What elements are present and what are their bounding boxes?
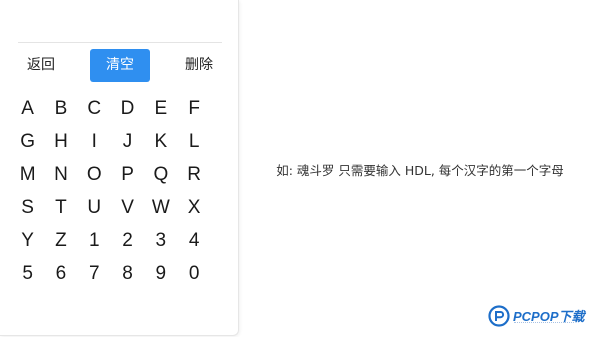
key-q[interactable]: Q	[144, 158, 177, 191]
back-button[interactable]: 返回	[20, 49, 62, 82]
watermark: PCPOP下载	[488, 303, 596, 331]
key-4[interactable]: 4	[177, 224, 210, 257]
keyboard-panel: 返回 清空 删除 A B C D E F G H I J K L M N O P…	[0, 0, 239, 336]
key-v[interactable]: V	[111, 191, 144, 224]
key-i[interactable]: I	[78, 125, 111, 158]
key-2[interactable]: 2	[111, 224, 144, 257]
key-l[interactable]: L	[177, 125, 210, 158]
app-screen: 返回 清空 删除 A B C D E F G H I J K L M N O P…	[0, 0, 600, 337]
key-8[interactable]: 8	[111, 257, 144, 290]
key-t[interactable]: T	[44, 191, 77, 224]
delete-button[interactable]: 删除	[180, 49, 218, 82]
key-y[interactable]: Y	[11, 224, 44, 257]
key-3[interactable]: 3	[144, 224, 177, 257]
key-6[interactable]: 6	[44, 257, 77, 290]
key-5[interactable]: 5	[11, 257, 44, 290]
key-9[interactable]: 9	[144, 257, 177, 290]
key-p[interactable]: P	[111, 158, 144, 191]
key-s[interactable]: S	[11, 191, 44, 224]
key-e[interactable]: E	[144, 92, 177, 125]
key-f[interactable]: F	[177, 92, 210, 125]
key-x[interactable]: X	[177, 191, 210, 224]
key-z[interactable]: Z	[44, 224, 77, 257]
key-c[interactable]: C	[78, 92, 111, 125]
key-b[interactable]: B	[44, 92, 77, 125]
clear-button[interactable]: 清空	[90, 49, 150, 82]
key-j[interactable]: J	[111, 125, 144, 158]
key-0[interactable]: 0	[177, 257, 210, 290]
key-1[interactable]: 1	[78, 224, 111, 257]
action-row: 返回 清空 删除	[0, 49, 238, 82]
key-m[interactable]: M	[11, 158, 44, 191]
pcpop-logo-icon	[488, 305, 510, 327]
key-k[interactable]: K	[144, 125, 177, 158]
key-u[interactable]: U	[78, 191, 111, 224]
key-w[interactable]: W	[144, 191, 177, 224]
key-7[interactable]: 7	[78, 257, 111, 290]
watermark-underline	[514, 322, 574, 326]
key-g[interactable]: G	[11, 125, 44, 158]
key-n[interactable]: N	[44, 158, 77, 191]
key-d[interactable]: D	[111, 92, 144, 125]
search-hint: 如: 魂斗罗 只需要输入 HDL, 每个汉字的第一个字母	[276, 163, 564, 178]
key-o[interactable]: O	[78, 158, 111, 191]
key-h[interactable]: H	[44, 125, 77, 158]
key-r[interactable]: R	[177, 158, 210, 191]
letter-keyboard: A B C D E F G H I J K L M N O P Q R S T …	[11, 92, 211, 290]
divider	[18, 42, 222, 43]
key-a[interactable]: A	[11, 92, 44, 125]
